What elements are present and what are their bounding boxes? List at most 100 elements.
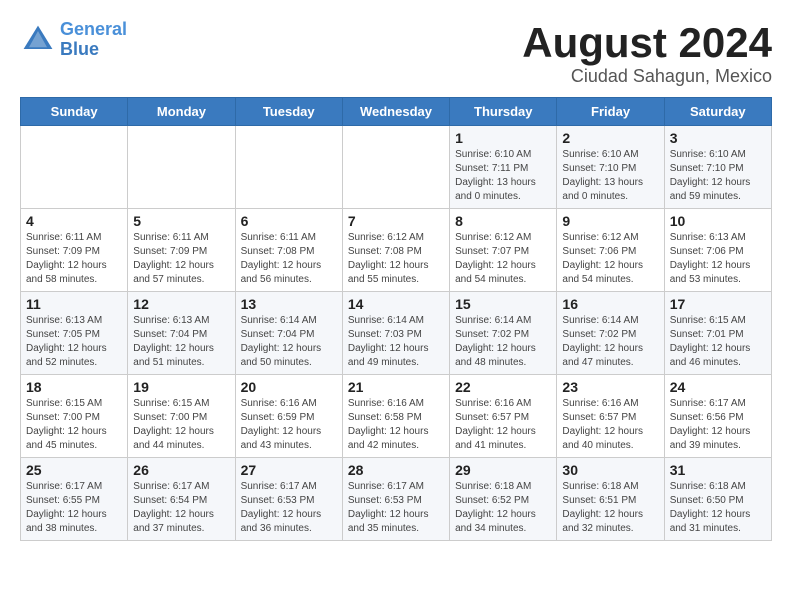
calendar-cell <box>128 126 235 209</box>
logo-icon <box>20 22 56 58</box>
calendar-cell: 27 Sunrise: 6:17 AM Sunset: 6:53 PM Dayli… <box>235 458 342 541</box>
calendar-cell: 2Sunrise: 6:10 AM Sunset: 7:10 PM Daylig… <box>557 126 664 209</box>
day-number: 5 <box>133 213 229 229</box>
calendar-cell: 20 Sunrise: 6:16 AM Sunset: 6:59 PM Dayli… <box>235 375 342 458</box>
day-info: Sunrise: 6:10 AM Sunset: 7:11 PM Dayligh… <box>455 148 551 204</box>
day-info: Sunrise: 6:18 AM Sunset: 6:51 PM Dayligh… <box>562 480 658 536</box>
day-info: Sunrise: 6:16 AM Sunset: 6:59 PM Dayligh… <box>241 397 337 453</box>
calendar-week-row: 18 Sunrise: 6:15 AM Sunset: 7:00 PM Dayli… <box>21 375 772 458</box>
calendar-cell <box>342 126 449 209</box>
day-number: 11 <box>26 296 122 312</box>
calendar-cell: 7Sunrise: 6:12 AM Sunset: 7:08 PM Daylig… <box>342 209 449 292</box>
day-info: Sunrise: 6:12 AM Sunset: 7:06 PM Dayligh… <box>562 231 658 287</box>
day-info: Sunrise: 6:16 AM Sunset: 6:57 PM Dayligh… <box>562 397 658 453</box>
calendar-cell: 15 Sunrise: 6:14 AM Sunset: 7:02 PM Dayli… <box>450 292 557 375</box>
location-subtitle: Ciudad Sahagun, Mexico <box>522 66 772 87</box>
day-number: 29 <box>455 462 551 478</box>
day-info: Sunrise: 6:17 AM Sunset: 6:56 PM Dayligh… <box>670 397 766 453</box>
day-of-week-header: Tuesday <box>235 98 342 126</box>
calendar-cell: 10 Sunrise: 6:13 AM Sunset: 7:06 PM Dayli… <box>664 209 771 292</box>
calendar-cell: 1 Sunrise: 6:10 AM Sunset: 7:11 PM Daylig… <box>450 126 557 209</box>
day-number: 17 <box>670 296 766 312</box>
day-info: Sunrise: 6:15 AM Sunset: 7:00 PM Dayligh… <box>133 397 229 453</box>
calendar-cell: 25Sunrise: 6:17 AM Sunset: 6:55 PM Dayli… <box>21 458 128 541</box>
logo-line2: Blue <box>60 39 99 59</box>
day-number: 28 <box>348 462 444 478</box>
day-info: Sunrise: 6:11 AM Sunset: 7:09 PM Dayligh… <box>133 231 229 287</box>
calendar-week-row: 11 Sunrise: 6:13 AM Sunset: 7:05 PM Dayli… <box>21 292 772 375</box>
calendar-cell: 22Sunrise: 6:16 AM Sunset: 6:57 PM Dayli… <box>450 375 557 458</box>
calendar-cell: 3 Sunrise: 6:10 AM Sunset: 7:10 PM Daylig… <box>664 126 771 209</box>
day-info: Sunrise: 6:10 AM Sunset: 7:10 PM Dayligh… <box>562 148 658 204</box>
day-number: 13 <box>241 296 337 312</box>
month-title: August 2024 <box>522 20 772 66</box>
day-number: 30 <box>562 462 658 478</box>
day-number: 20 <box>241 379 337 395</box>
day-info: Sunrise: 6:16 AM Sunset: 6:57 PM Dayligh… <box>455 397 551 453</box>
day-number: 4 <box>26 213 122 229</box>
calendar-cell: 30 Sunrise: 6:18 AM Sunset: 6:51 PM Dayli… <box>557 458 664 541</box>
day-of-week-header: Friday <box>557 98 664 126</box>
title-block: August 2024 Ciudad Sahagun, Mexico <box>522 20 772 87</box>
day-number: 23 <box>562 379 658 395</box>
calendar-cell: 16Sunrise: 6:14 AM Sunset: 7:02 PM Dayli… <box>557 292 664 375</box>
day-of-week-header: Thursday <box>450 98 557 126</box>
calendar-cell: 11 Sunrise: 6:13 AM Sunset: 7:05 PM Dayli… <box>21 292 128 375</box>
day-number: 12 <box>133 296 229 312</box>
calendar-cell: 19 Sunrise: 6:15 AM Sunset: 7:00 PM Dayli… <box>128 375 235 458</box>
day-number: 19 <box>133 379 229 395</box>
calendar-cell: 8Sunrise: 6:12 AM Sunset: 7:07 PM Daylig… <box>450 209 557 292</box>
calendar-cell: 18Sunrise: 6:15 AM Sunset: 7:00 PM Dayli… <box>21 375 128 458</box>
calendar-cell: 13Sunrise: 6:14 AM Sunset: 7:04 PM Dayli… <box>235 292 342 375</box>
calendar-cell: 24 Sunrise: 6:17 AM Sunset: 6:56 PM Dayli… <box>664 375 771 458</box>
day-info: Sunrise: 6:10 AM Sunset: 7:10 PM Dayligh… <box>670 148 766 204</box>
day-info: Sunrise: 6:15 AM Sunset: 7:01 PM Dayligh… <box>670 314 766 370</box>
day-number: 18 <box>26 379 122 395</box>
day-number: 10 <box>670 213 766 229</box>
logo-line1: General <box>60 19 127 39</box>
calendar-header-row: SundayMondayTuesdayWednesdayThursdayFrid… <box>21 98 772 126</box>
day-number: 26 <box>133 462 229 478</box>
day-of-week-header: Monday <box>128 98 235 126</box>
day-number: 27 <box>241 462 337 478</box>
day-info: Sunrise: 6:18 AM Sunset: 6:52 PM Dayligh… <box>455 480 551 536</box>
calendar-table: SundayMondayTuesdayWednesdayThursdayFrid… <box>20 97 772 541</box>
day-info: Sunrise: 6:13 AM Sunset: 7:05 PM Dayligh… <box>26 314 122 370</box>
calendar-cell: 29 Sunrise: 6:18 AM Sunset: 6:52 PM Dayli… <box>450 458 557 541</box>
calendar-week-row: 1 Sunrise: 6:10 AM Sunset: 7:11 PM Daylig… <box>21 126 772 209</box>
day-info: Sunrise: 6:17 AM Sunset: 6:54 PM Dayligh… <box>133 480 229 536</box>
logo: General Blue <box>20 20 127 60</box>
calendar-cell: 6 Sunrise: 6:11 AM Sunset: 7:08 PM Daylig… <box>235 209 342 292</box>
day-info: Sunrise: 6:13 AM Sunset: 7:04 PM Dayligh… <box>133 314 229 370</box>
day-info: Sunrise: 6:17 AM Sunset: 6:53 PM Dayligh… <box>241 480 337 536</box>
day-number: 1 <box>455 130 551 146</box>
logo-text: General Blue <box>60 20 127 60</box>
day-number: 24 <box>670 379 766 395</box>
day-info: Sunrise: 6:11 AM Sunset: 7:08 PM Dayligh… <box>241 231 337 287</box>
day-info: Sunrise: 6:14 AM Sunset: 7:02 PM Dayligh… <box>455 314 551 370</box>
day-info: Sunrise: 6:13 AM Sunset: 7:06 PM Dayligh… <box>670 231 766 287</box>
calendar-cell: 5 Sunrise: 6:11 AM Sunset: 7:09 PM Daylig… <box>128 209 235 292</box>
day-number: 3 <box>670 130 766 146</box>
day-info: Sunrise: 6:14 AM Sunset: 7:03 PM Dayligh… <box>348 314 444 370</box>
calendar-week-row: 25Sunrise: 6:17 AM Sunset: 6:55 PM Dayli… <box>21 458 772 541</box>
calendar-cell: 17 Sunrise: 6:15 AM Sunset: 7:01 PM Dayli… <box>664 292 771 375</box>
day-number: 21 <box>348 379 444 395</box>
day-number: 15 <box>455 296 551 312</box>
day-of-week-header: Saturday <box>664 98 771 126</box>
day-number: 25 <box>26 462 122 478</box>
day-number: 6 <box>241 213 337 229</box>
calendar-week-row: 4 Sunrise: 6:11 AM Sunset: 7:09 PM Daylig… <box>21 209 772 292</box>
day-info: Sunrise: 6:12 AM Sunset: 7:07 PM Dayligh… <box>455 231 551 287</box>
day-info: Sunrise: 6:16 AM Sunset: 6:58 PM Dayligh… <box>348 397 444 453</box>
day-of-week-header: Wednesday <box>342 98 449 126</box>
day-info: Sunrise: 6:17 AM Sunset: 6:53 PM Dayligh… <box>348 480 444 536</box>
day-number: 7 <box>348 213 444 229</box>
day-number: 9 <box>562 213 658 229</box>
day-of-week-header: Sunday <box>21 98 128 126</box>
calendar-cell: 31Sunrise: 6:18 AM Sunset: 6:50 PM Dayli… <box>664 458 771 541</box>
calendar-cell: 28 Sunrise: 6:17 AM Sunset: 6:53 PM Dayli… <box>342 458 449 541</box>
calendar-cell: 12 Sunrise: 6:13 AM Sunset: 7:04 PM Dayli… <box>128 292 235 375</box>
day-number: 16 <box>562 296 658 312</box>
calendar-cell <box>235 126 342 209</box>
